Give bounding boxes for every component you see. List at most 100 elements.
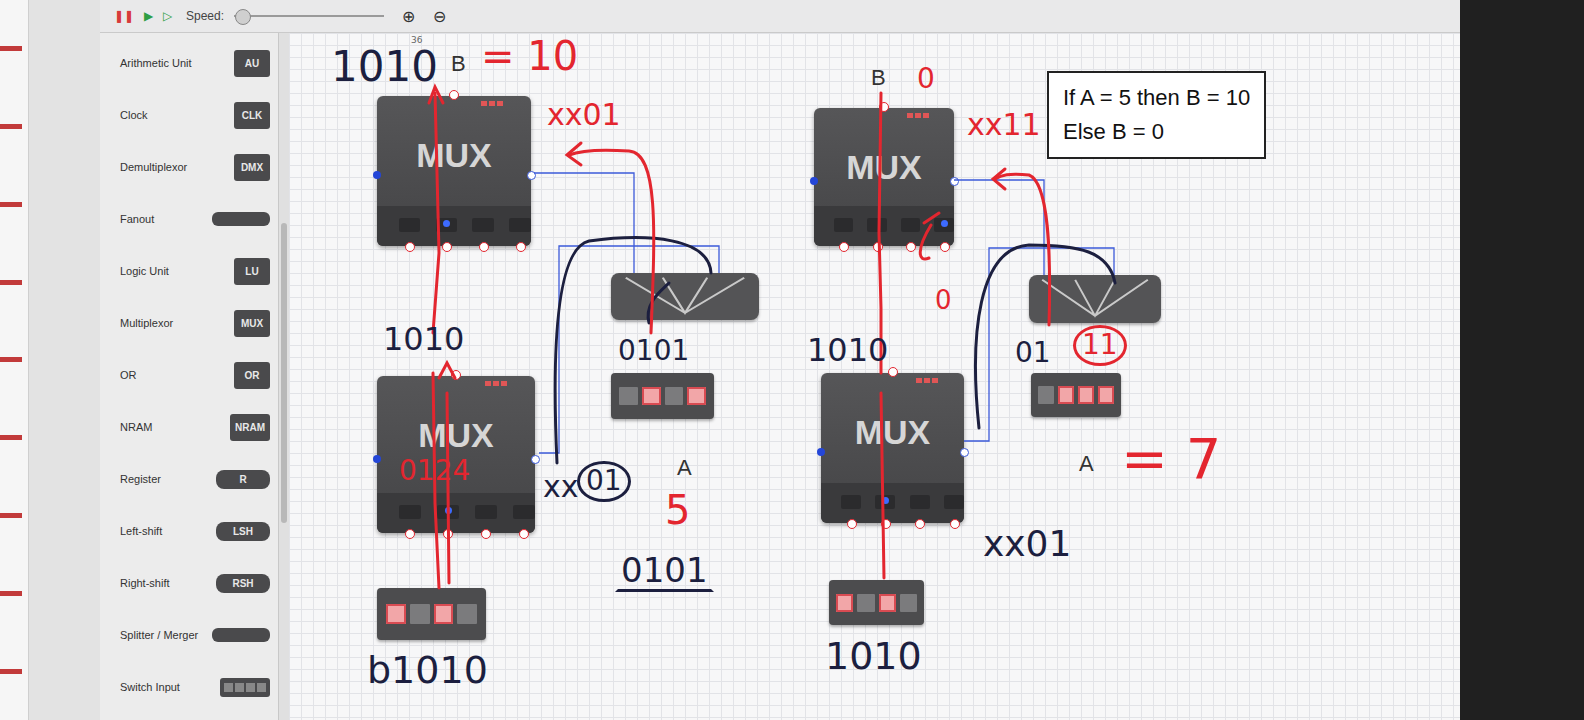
switch-bit[interactable]: [386, 604, 406, 625]
selected-input-dot: [445, 507, 452, 514]
run-control-button[interactable]: ▷: [163, 9, 172, 23]
select-pin[interactable]: [810, 177, 818, 185]
output-pin[interactable]: [451, 370, 461, 380]
switch-input-node[interactable]: [1031, 373, 1121, 417]
component-chip-icon: CLK: [234, 102, 270, 129]
input-pin[interactable]: [839, 242, 849, 252]
palette-item[interactable]: Fanout: [100, 193, 278, 245]
select-pin[interactable]: [373, 171, 381, 179]
palette-label: Splitter / Merger: [120, 629, 198, 641]
multiplexor-node[interactable]: MUX: [377, 96, 531, 246]
switch-bit[interactable]: [836, 594, 853, 612]
select-pin[interactable]: [373, 455, 381, 463]
toolbar: ❚❚▶▷Speed:⊕⊖: [100, 0, 1460, 33]
palette-scrollbar[interactable]: [279, 33, 289, 720]
switch-bit[interactable]: [857, 594, 874, 612]
input-strip: [814, 206, 954, 246]
output-indicator: [485, 381, 507, 386]
mux-label: MUX: [418, 416, 494, 455]
palette-item[interactable]: DemultiplexorDMX: [100, 141, 278, 193]
switch-bit[interactable]: [642, 387, 661, 405]
palette-item[interactable]: Switch Input: [100, 661, 278, 713]
input-pin[interactable]: [405, 529, 415, 539]
side-pin[interactable]: [960, 448, 969, 457]
select-pin[interactable]: [817, 448, 825, 456]
input-socket: [475, 505, 497, 519]
palette-item[interactable]: MultiplexorMUX: [100, 297, 278, 349]
input-pin[interactable]: [950, 519, 960, 529]
handwritten-annotation: 01: [577, 461, 631, 502]
palette-item[interactable]: Arithmetic UnitAU: [100, 37, 278, 89]
side-pin[interactable]: [950, 177, 959, 186]
edge-mark: [0, 357, 22, 362]
io-label: B: [451, 51, 466, 77]
io-label: A: [1079, 451, 1094, 477]
wires-layer: [289, 33, 1459, 718]
switch-bit[interactable]: [619, 387, 638, 405]
output-pin[interactable]: [888, 367, 898, 377]
input-pin[interactable]: [940, 242, 950, 252]
bar-component-icon: [212, 628, 270, 642]
background-window: [0, 0, 100, 720]
switch-bit[interactable]: [1058, 386, 1074, 404]
multiplexor-node[interactable]: MUX: [814, 108, 954, 246]
multiplexor-node[interactable]: MUX: [821, 373, 964, 523]
side-pin[interactable]: [531, 455, 540, 464]
circuit-canvas[interactable]: MUXMUXMUXMUXBBAAIf A = 5 then B = 10Else…: [289, 33, 1460, 720]
switch-input-node[interactable]: [611, 373, 714, 419]
side-pin[interactable]: [527, 171, 536, 180]
switch-bit[interactable]: [900, 594, 917, 612]
zoom-button[interactable]: ⊕: [402, 7, 415, 26]
component-chip-icon: NRAM: [230, 414, 270, 441]
switch-bit[interactable]: [1098, 386, 1114, 404]
switch-bit[interactable]: [410, 604, 430, 625]
component-chip-icon: OR: [234, 362, 270, 389]
input-pin[interactable]: [847, 519, 857, 529]
input-pin[interactable]: [873, 242, 883, 252]
input-pin[interactable]: [906, 242, 916, 252]
palette-item[interactable]: Left-shiftLSH: [100, 505, 278, 557]
zoom-button[interactable]: ⊖: [433, 7, 446, 26]
palette-item[interactable]: Splitter / Merger: [100, 609, 278, 661]
switch-bit[interactable]: [879, 594, 896, 612]
palette-item[interactable]: NRAMNRAM: [100, 401, 278, 453]
input-socket: [834, 218, 854, 232]
input-pin[interactable]: [405, 242, 415, 252]
run-control-button[interactable]: ▶: [144, 9, 153, 23]
palette-item[interactable]: Right-shiftRSH: [100, 557, 278, 609]
input-pin[interactable]: [443, 529, 453, 539]
switch-bit[interactable]: [434, 604, 454, 625]
input-pin[interactable]: [479, 242, 489, 252]
splitter-node[interactable]: [611, 273, 759, 320]
output-pin[interactable]: [449, 90, 459, 100]
scrollbar-thumb[interactable]: [281, 223, 287, 523]
input-pin[interactable]: [481, 529, 491, 539]
palette-item[interactable]: RegisterR: [100, 453, 278, 505]
switch-bit[interactable]: [1038, 386, 1054, 404]
component-chip-icon: MUX: [234, 310, 270, 337]
switch-bit[interactable]: [687, 387, 706, 405]
edge-mark: [0, 280, 22, 285]
speed-slider[interactable]: [234, 9, 384, 23]
input-pin[interactable]: [915, 519, 925, 529]
output-pin[interactable]: [879, 102, 889, 112]
input-pin[interactable]: [519, 529, 529, 539]
switch-input-node[interactable]: [377, 588, 486, 640]
input-pin[interactable]: [516, 242, 526, 252]
switch-bit[interactable]: [457, 604, 477, 625]
input-pin[interactable]: [881, 519, 891, 529]
palette-item[interactable]: OROR: [100, 349, 278, 401]
splitter-node[interactable]: [1029, 275, 1161, 323]
run-control-button[interactable]: ❚❚: [114, 9, 134, 23]
switch-square-icon: [257, 683, 266, 692]
slider-thumb[interactable]: [235, 9, 251, 25]
switch-bit[interactable]: [665, 387, 684, 405]
switch-bit[interactable]: [1078, 386, 1094, 404]
palette-item[interactable]: Logic UnitLU: [100, 245, 278, 297]
palette-item[interactable]: ClockCLK: [100, 89, 278, 141]
component-chip-icon: DMX: [234, 154, 270, 181]
mux-label: MUX: [855, 413, 931, 452]
input-pin[interactable]: [442, 242, 452, 252]
palette-label: Right-shift: [120, 577, 170, 589]
switch-input-node[interactable]: [829, 580, 924, 625]
